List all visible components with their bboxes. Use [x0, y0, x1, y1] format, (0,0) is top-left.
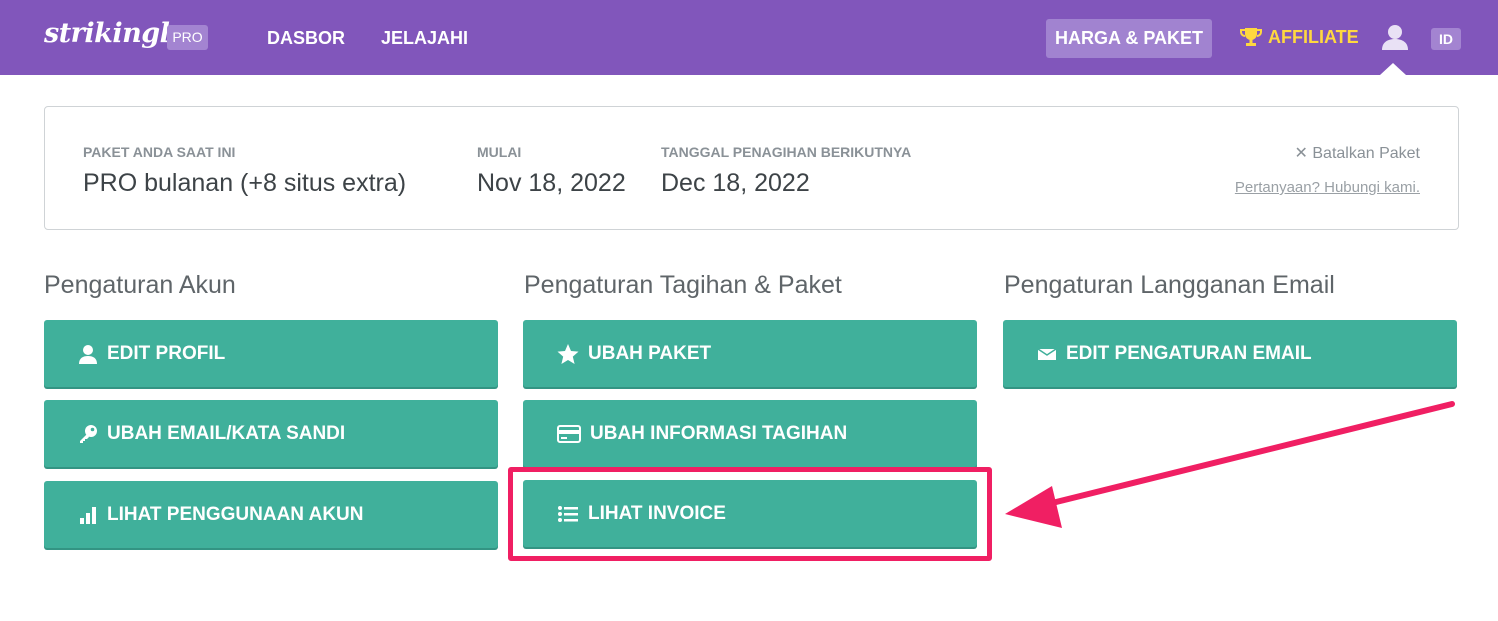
annotation-arrow	[1005, 401, 1455, 528]
